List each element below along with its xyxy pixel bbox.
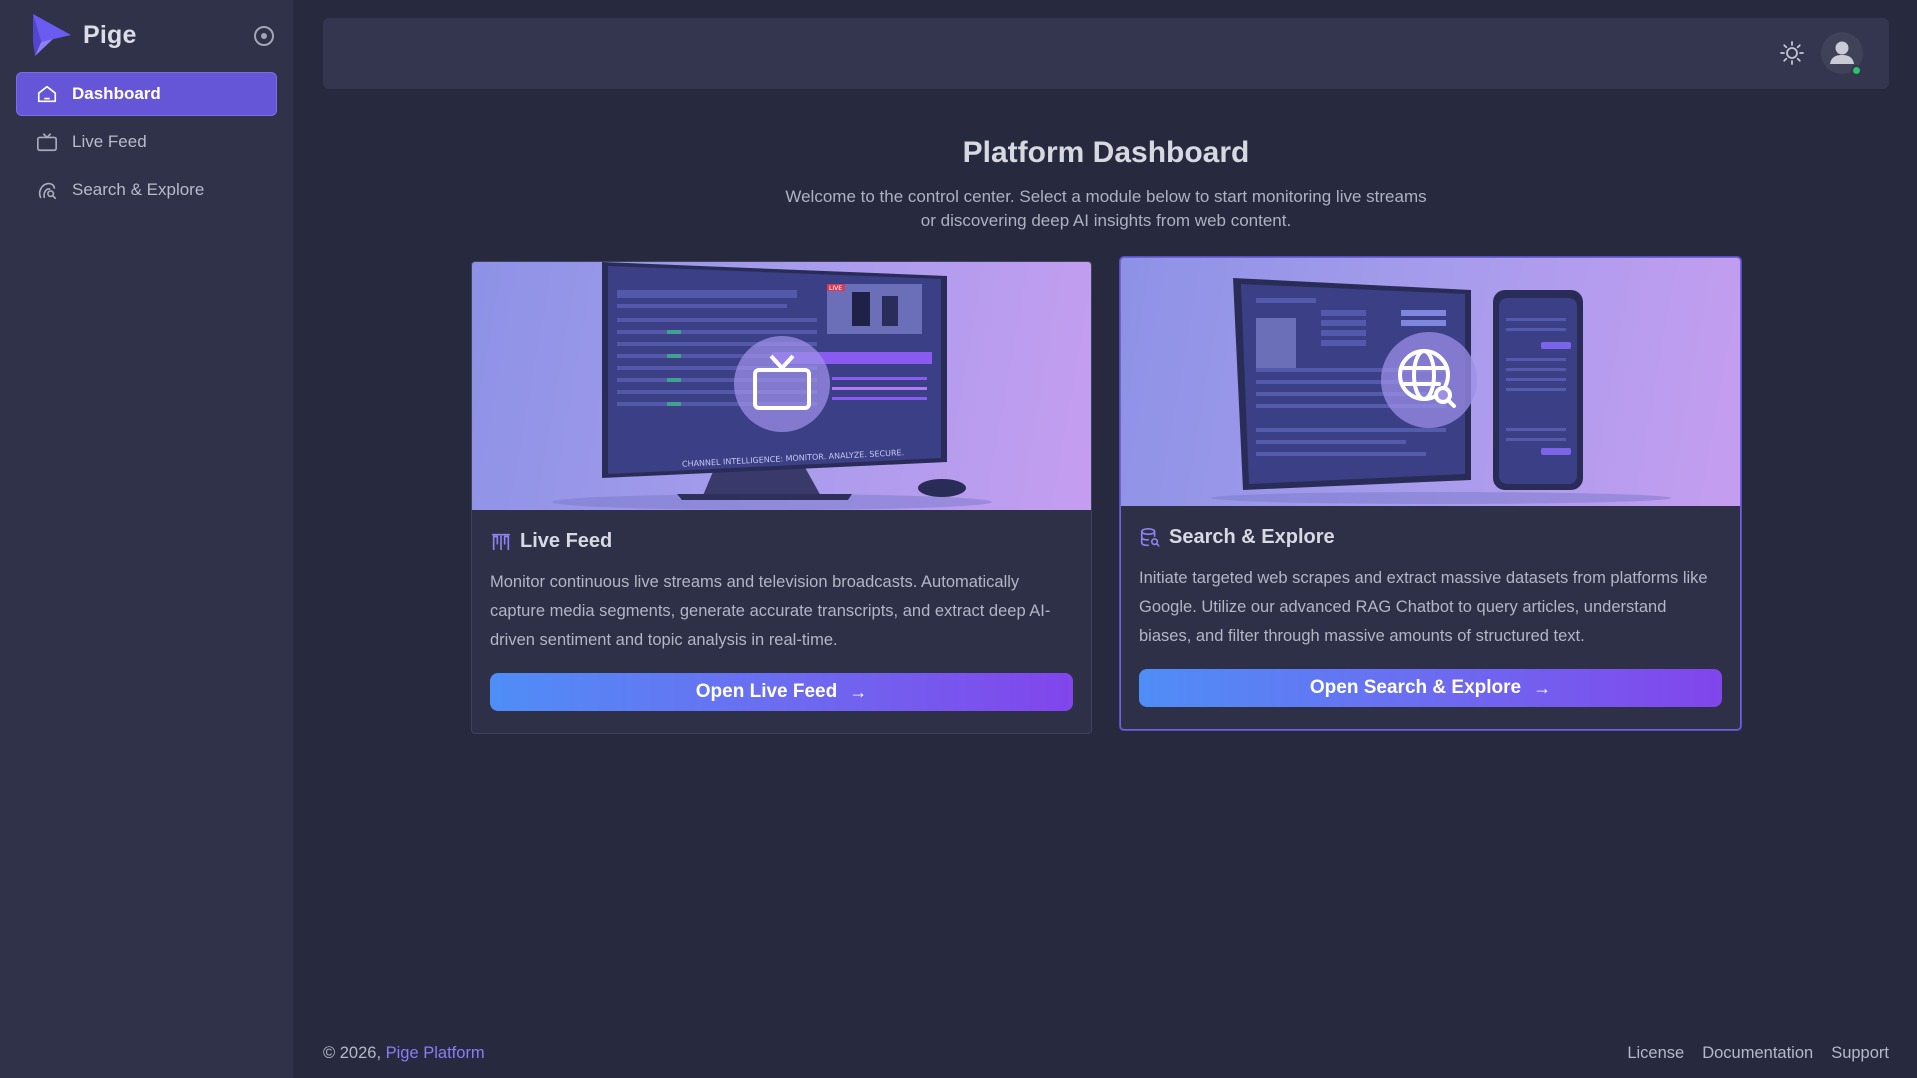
arrow-right-icon: → — [849, 681, 868, 702]
subtitle-line-2: or discovering deep AI insights from web… — [920, 211, 1292, 230]
button-label: Open Search & Explore — [1309, 677, 1522, 698]
sidebar-item-dashboard[interactable]: Dashboard — [16, 72, 277, 116]
database-search-icon — [1139, 527, 1161, 549]
sidebar: Pige Dashboard Live Feed Search & Explor… — [0, 0, 294, 1078]
sidebar-item-search-explore[interactable]: Search & Explore — [16, 168, 277, 212]
brand[interactable]: Pige — [29, 12, 137, 58]
card-title-text: Live Feed — [520, 530, 613, 552]
sidebar-toggle-icon[interactable] — [254, 26, 274, 46]
button-label: Open Live Feed — [695, 681, 838, 702]
antenna-icon — [490, 531, 512, 553]
sidebar-nav: Dashboard Live Feed Search & Explore — [16, 72, 277, 216]
platform-link[interactable]: Pige Platform — [386, 1044, 485, 1062]
footer-link-documentation[interactable]: Documentation — [1702, 1044, 1813, 1063]
online-status-badge — [1851, 65, 1862, 76]
page-subtitle: Welcome to the control center. Select a … — [740, 185, 1472, 233]
card-description: Initiate targeted web scrapes and extrac… — [1139, 569, 1708, 645]
tv-icon — [36, 131, 58, 153]
card-title: Search & Explore — [1139, 526, 1722, 549]
sun-icon[interactable] — [1779, 40, 1805, 66]
open-search-explore-button[interactable]: Open Search & Explore → — [1139, 669, 1722, 707]
card-title-text: Search & Explore — [1169, 526, 1335, 548]
home-icon — [36, 83, 58, 105]
brand-name: Pige — [83, 20, 137, 49]
card-description: Monitor continuous live streams and tele… — [490, 573, 1051, 649]
footer-link-license[interactable]: License — [1627, 1044, 1684, 1063]
search-explore-icon — [36, 179, 58, 201]
card-title: Live Feed — [490, 530, 1073, 553]
sidebar-item-live-feed[interactable]: Live Feed — [16, 120, 277, 164]
topbar — [323, 18, 1889, 89]
sidebar-item-label: Search & Explore — [72, 180, 205, 199]
search-explore-card-image — [1121, 258, 1740, 506]
copyright-text: © 2026, — [323, 1044, 382, 1062]
footer-link-support[interactable]: Support — [1831, 1044, 1889, 1063]
footer-copyright: © 2026, Pige Platform — [323, 1044, 485, 1063]
footer-links: License Documentation Support — [1627, 1044, 1889, 1063]
sidebar-item-label: Live Feed — [72, 132, 147, 151]
open-live-feed-button[interactable]: Open Live Feed → — [490, 673, 1073, 711]
search-explore-card[interactable]: Search & Explore Initiate targeted web s… — [1120, 257, 1741, 730]
page-title: Platform Dashboard — [962, 136, 1250, 169]
subtitle-line-1: Welcome to the control center. Select a … — [785, 187, 1427, 206]
live-feed-card-image: LIVE CHANNEL INTELLIGENCE: MONITOR. ANAL… — [472, 262, 1091, 510]
pige-logo-icon — [29, 12, 73, 58]
live-feed-card[interactable]: LIVE CHANNEL INTELLIGENCE: MONITOR. ANAL… — [471, 261, 1092, 734]
monitor-live-badge: LIVE — [829, 285, 842, 292]
sidebar-item-label: Dashboard — [72, 84, 161, 103]
arrow-right-icon: → — [1533, 677, 1552, 698]
